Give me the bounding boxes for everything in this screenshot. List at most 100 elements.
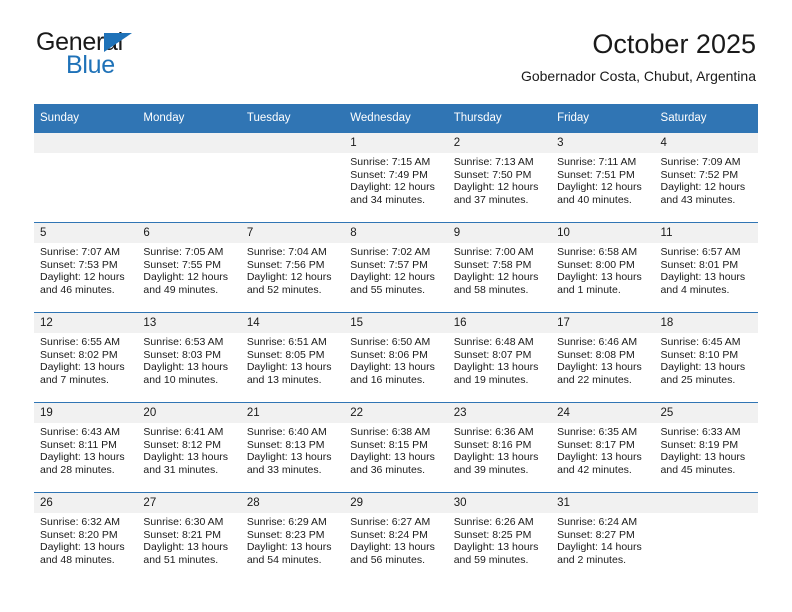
daylight-duration-line2: and 48 minutes. — [40, 553, 115, 566]
sunset-time: Sunset: 8:05 PM — [246, 348, 325, 361]
weekday-header-tuesday: Tuesday — [240, 104, 345, 133]
daylight-duration-line2: and 46 minutes. — [40, 283, 115, 296]
calendar-day-cell[interactable]: 22 Sunrise: 6:38 AM Sunset: 8:15 PM Dayligh… — [344, 402, 448, 493]
sunrise-time: Sunrise: 6:32 AM — [40, 516, 120, 528]
day-details: Sunrise: 6:57 AM Sunset: 8:01 PM Daylight:… — [655, 243, 758, 296]
calendar-day-cell-empty — [240, 132, 345, 223]
calendar-day-cell[interactable]: 27 Sunrise: 6:30 AM Sunset: 8:21 PM Dayligh… — [137, 492, 241, 582]
day-number: 12 — [34, 313, 138, 333]
day-number: 31 — [551, 493, 655, 513]
daylight-duration-line1: Daylight: 13 hours — [246, 451, 332, 464]
sunrise-time: Sunrise: 6:30 AM — [143, 516, 224, 528]
day-number: 9 — [447, 223, 552, 243]
calendar-day-cell[interactable]: 9 Sunrise: 7:00 AM Sunset: 7:58 PM Daylight… — [447, 222, 552, 313]
sunrise-time: Sunrise: 7:09 AM — [660, 156, 741, 168]
calendar-day-cell[interactable]: 25 Sunrise: 6:33 AM Sunset: 8:19 PM Dayligh… — [654, 402, 758, 493]
calendar-day-cell[interactable]: 21 Sunrise: 6:40 AM Sunset: 8:13 PM Dayligh… — [240, 402, 345, 493]
calendar-day-cell[interactable]: 4 Sunrise: 7:09 AM Sunset: 7:52 PM Daylight… — [654, 132, 758, 223]
calendar-day-cell[interactable]: 31 Sunrise: 6:24 AM Sunset: 8:27 PM Dayligh… — [551, 492, 655, 582]
day-number: 11 — [654, 223, 758, 243]
day-details: Sunrise: 6:33 AM Sunset: 8:19 PM Daylight:… — [655, 423, 758, 476]
sunrise-time: Sunrise: 6:55 AM — [40, 336, 120, 348]
sunrise-time: Sunrise: 6:26 AM — [453, 516, 534, 528]
day-details: Sunrise: 6:46 AM Sunset: 8:08 PM Daylight:… — [551, 333, 654, 386]
sunset-time: Sunset: 8:06 PM — [350, 348, 428, 361]
calendar-day-cell[interactable]: 30 Sunrise: 6:26 AM Sunset: 8:25 PM Dayligh… — [447, 492, 552, 582]
day-details: Sunrise: 7:15 AM Sunset: 7:49 PM Daylight:… — [344, 153, 447, 206]
daylight-duration-line1: Daylight: 13 hours — [660, 451, 746, 464]
calendar-day-cell[interactable]: 18 Sunrise: 6:45 AM Sunset: 8:10 PM Dayligh… — [654, 312, 758, 403]
sunset-time: Sunset: 7:58 PM — [453, 258, 532, 271]
calendar-week-row: 1 Sunrise: 7:15 AM Sunset: 7:49 PM Daylight… — [34, 132, 758, 223]
daylight-duration-line1: Daylight: 13 hours — [453, 361, 539, 374]
sunset-time: Sunset: 8:07 PM — [453, 348, 532, 361]
day-number: 27 — [137, 493, 241, 513]
sunrise-time: Sunrise: 6:41 AM — [143, 426, 224, 438]
daylight-duration-line1: Daylight: 13 hours — [40, 451, 125, 464]
calendar-day-cell[interactable]: 28 Sunrise: 6:29 AM Sunset: 8:23 PM Dayligh… — [240, 492, 345, 582]
daylight-duration-line2: and 4 minutes. — [660, 283, 730, 296]
daylight-duration-line1: Daylight: 12 hours — [40, 271, 125, 284]
calendar-day-cell[interactable]: 17 Sunrise: 6:46 AM Sunset: 8:08 PM Dayligh… — [551, 312, 655, 403]
sunset-time: Sunset: 8:02 PM — [40, 348, 118, 361]
day-details: Sunrise: 6:30 AM Sunset: 8:21 PM Daylight:… — [137, 513, 240, 566]
day-number: 10 — [551, 223, 655, 243]
calendar-day-cell[interactable]: 23 Sunrise: 6:36 AM Sunset: 8:16 PM Dayligh… — [447, 402, 552, 493]
daylight-duration-line1: Daylight: 14 hours — [557, 541, 642, 554]
day-number: 26 — [34, 493, 138, 513]
calendar-day-cell[interactable]: 7 Sunrise: 7:04 AM Sunset: 7:56 PM Daylight… — [240, 222, 345, 313]
calendar-day-cell[interactable]: 10 Sunrise: 6:58 AM Sunset: 8:00 PM Dayligh… — [551, 222, 655, 313]
calendar-day-cell[interactable]: 8 Sunrise: 7:02 AM Sunset: 7:57 PM Daylight… — [344, 222, 448, 313]
sunset-time: Sunset: 8:20 PM — [40, 528, 118, 541]
day-number: 20 — [137, 403, 241, 423]
daylight-duration-line2: and 37 minutes. — [453, 193, 529, 206]
calendar-day-cell[interactable]: 20 Sunrise: 6:41 AM Sunset: 8:12 PM Dayligh… — [137, 402, 241, 493]
day-details: Sunrise: 7:07 AM Sunset: 7:53 PM Daylight:… — [34, 243, 137, 296]
calendar-day-cell[interactable]: 19 Sunrise: 6:43 AM Sunset: 8:11 PM Dayligh… — [34, 402, 138, 493]
day-number: 8 — [344, 223, 448, 243]
calendar-day-cell[interactable]: 2 Sunrise: 7:13 AM Sunset: 7:50 PM Daylight… — [447, 132, 552, 223]
daylight-duration-line1: Daylight: 13 hours — [453, 451, 539, 464]
day-number: 29 — [344, 493, 448, 513]
day-number — [240, 133, 345, 153]
sunrise-time: Sunrise: 7:00 AM — [453, 246, 534, 258]
day-details: Sunrise: 6:35 AM Sunset: 8:17 PM Daylight:… — [551, 423, 654, 476]
calendar-day-cell[interactable]: 26 Sunrise: 6:32 AM Sunset: 8:20 PM Dayligh… — [34, 492, 138, 582]
sunrise-time: Sunrise: 6:36 AM — [453, 426, 534, 438]
daylight-duration-line1: Daylight: 13 hours — [350, 451, 435, 464]
sunrise-time: Sunrise: 6:53 AM — [143, 336, 224, 348]
daylight-duration-line1: Daylight: 13 hours — [557, 271, 642, 284]
calendar-day-cell[interactable]: 15 Sunrise: 6:50 AM Sunset: 8:06 PM Dayligh… — [344, 312, 448, 403]
day-number — [34, 133, 138, 153]
sunrise-time: Sunrise: 7:13 AM — [453, 156, 534, 168]
calendar-day-cell[interactable]: 29 Sunrise: 6:27 AM Sunset: 8:24 PM Dayligh… — [344, 492, 448, 582]
calendar-day-cell[interactable]: 11 Sunrise: 6:57 AM Sunset: 8:01 PM Dayligh… — [654, 222, 758, 313]
day-number: 14 — [240, 313, 345, 333]
calendar-day-cell[interactable]: 24 Sunrise: 6:35 AM Sunset: 8:17 PM Dayligh… — [551, 402, 655, 493]
calendar-day-cell[interactable]: 13 Sunrise: 6:53 AM Sunset: 8:03 PM Dayligh… — [137, 312, 241, 403]
sunset-time: Sunset: 8:13 PM — [246, 438, 325, 451]
weekday-header-friday: Friday — [551, 104, 655, 133]
day-number: 28 — [240, 493, 345, 513]
sunrise-time: Sunrise: 6:48 AM — [453, 336, 534, 348]
calendar-day-cell[interactable]: 12 Sunrise: 6:55 AM Sunset: 8:02 PM Dayligh… — [34, 312, 138, 403]
sunset-time: Sunset: 8:08 PM — [557, 348, 635, 361]
daylight-duration-line2: and 25 minutes. — [660, 373, 736, 386]
daylight-duration-line2: and 49 minutes. — [143, 283, 219, 296]
daylight-duration-line2: and 39 minutes. — [453, 463, 529, 476]
sunset-time: Sunset: 8:25 PM — [453, 528, 532, 541]
day-details: Sunrise: 6:24 AM Sunset: 8:27 PM Daylight:… — [551, 513, 654, 566]
calendar-day-cell[interactable]: 6 Sunrise: 7:05 AM Sunset: 7:55 PM Daylight… — [137, 222, 241, 313]
calendar-day-cell[interactable]: 14 Sunrise: 6:51 AM Sunset: 8:05 PM Dayligh… — [240, 312, 345, 403]
calendar-day-cell[interactable]: 3 Sunrise: 7:11 AM Sunset: 7:51 PM Daylight… — [551, 132, 655, 223]
calendar-header-row: Sunday Monday Tuesday Wednesday Thursday… — [34, 104, 758, 133]
day-details: Sunrise: 6:36 AM Sunset: 8:16 PM Daylight:… — [448, 423, 551, 476]
calendar-day-cell[interactable]: 1 Sunrise: 7:15 AM Sunset: 7:49 PM Daylight… — [344, 132, 448, 223]
day-number: 30 — [447, 493, 552, 513]
calendar-day-cell[interactable]: 16 Sunrise: 6:48 AM Sunset: 8:07 PM Dayligh… — [447, 312, 552, 403]
day-number: 25 — [654, 403, 758, 423]
day-number: 13 — [137, 313, 241, 333]
daylight-duration-line1: Daylight: 13 hours — [40, 541, 125, 554]
daylight-duration-line2: and 51 minutes. — [143, 553, 219, 566]
calendar-day-cell[interactable]: 5 Sunrise: 7:07 AM Sunset: 7:53 PM Daylight… — [34, 222, 138, 313]
